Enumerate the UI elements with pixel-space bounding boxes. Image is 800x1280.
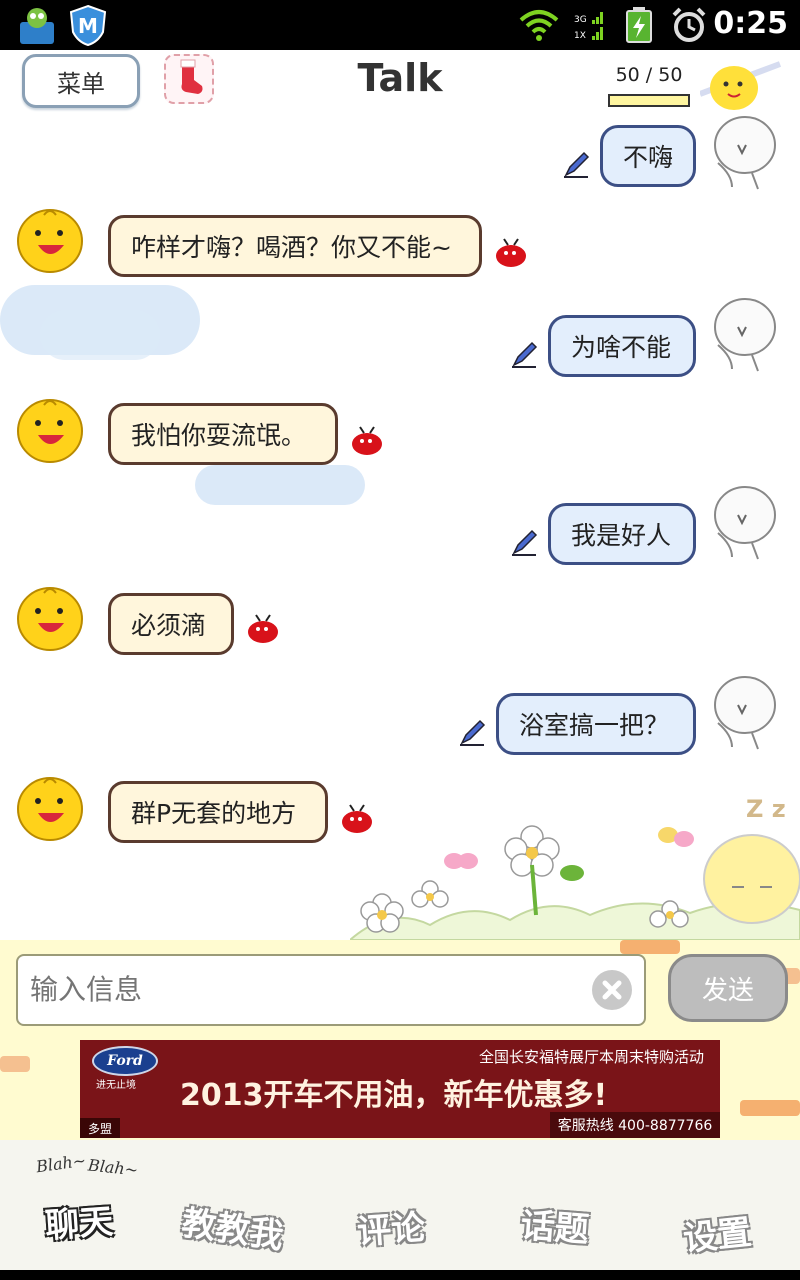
ghost-avatar-icon <box>712 675 778 753</box>
security-shield-icon: M <box>68 4 108 47</box>
chick-avatar-icon <box>16 773 86 843</box>
message-bubble-left: 咋样才嗨？喝酒？你又不能~ <box>108 215 482 277</box>
chat-area[interactable]: 不嗨 咋样才嗨？喝酒？你又不能~ 为啥不能 我怕你耍流氓。 我是好人 必须滴 浴… <box>0 115 800 940</box>
tab-teach-me[interactable]: 教教我 <box>175 1195 291 1259</box>
tab-settings[interactable]: 设置 <box>660 1202 775 1262</box>
message-bubble-right: 为啥不能 <box>548 315 696 377</box>
message-text: 我是好人 <box>571 521 672 550</box>
message-bubble-right: 我是好人 <box>548 503 696 565</box>
ghost-avatar-icon <box>712 485 778 563</box>
message-text: 群P无套的地方 <box>131 799 297 828</box>
blah-doodle: Blah~ <box>87 1155 139 1180</box>
red-bug-icon[interactable] <box>494 237 528 269</box>
battery-charging-icon <box>624 6 654 44</box>
chick-avatar-icon <box>16 583 86 653</box>
edit-pencil-icon[interactable] <box>510 529 538 557</box>
sleep-zz-text: Z z <box>746 795 786 823</box>
ad-banner[interactable]: Ford 进无止境 全国长安福特展厅本周末特购活动 2013开车不用油，新年优惠… <box>80 1040 720 1138</box>
energy-bar-fill <box>610 96 688 105</box>
blah-doodle: Blah~ <box>34 1150 88 1177</box>
send-button[interactable]: 发送 <box>668 954 788 1022</box>
chick-avatar-icon <box>16 395 86 465</box>
message-bubble-right: 不嗨 <box>600 125 696 187</box>
background-cloud <box>40 310 160 360</box>
app-header: 菜单 Talk 50 / 50 <box>0 50 800 115</box>
tab-chat[interactable]: 聊天 <box>22 1192 135 1249</box>
ad-top-line: 全国长安福特展厅本周末特购活动 <box>478 1048 704 1066</box>
message-bubble-left: 必须滴 <box>108 593 234 655</box>
chick-avatar-icon <box>16 205 86 275</box>
message-bubble-left: 群P无套的地方 <box>108 781 328 843</box>
message-text: 不嗨 <box>623 143 674 172</box>
network-type-1x: 1X <box>574 31 586 41</box>
ford-logo: Ford <box>92 1046 158 1076</box>
message-text: 我怕你耍流氓。 <box>131 421 307 450</box>
ad-headline: 2013开车不用油，新年优惠多! <box>180 1078 608 1113</box>
ghost-avatar-icon <box>712 115 778 193</box>
app-notification-icon <box>16 4 58 46</box>
flower-garden-decoration <box>348 815 800 940</box>
message-text: 咋样才嗨？喝酒？你又不能~ <box>131 233 452 262</box>
ghost-avatar-icon <box>712 297 778 375</box>
stocking-gift-icon[interactable] <box>164 54 214 104</box>
red-bug-icon[interactable] <box>350 425 384 457</box>
alarm-clock-icon <box>670 6 708 44</box>
brick-decoration <box>740 1100 800 1116</box>
bottom-nav: Blah~ Blah~ 聊天 教教我 评论 话题 设置 <box>0 1140 800 1270</box>
ad-slogan: 进无止境 <box>96 1080 136 1091</box>
brick-decoration <box>620 940 680 954</box>
message-input-bar: 发送 <box>0 940 800 1040</box>
edit-pencil-icon[interactable] <box>562 151 590 179</box>
page-title: Talk <box>357 56 443 100</box>
message-text: 必须滴 <box>131 611 207 640</box>
message-bubble-right: 浴室搞一把？ <box>496 693 696 755</box>
message-text: 浴室搞一把？ <box>519 711 670 740</box>
message-bubble-left: 我怕你耍流氓。 <box>108 403 338 465</box>
svg-text:M: M <box>78 14 98 38</box>
ad-source-label: 多盟 <box>80 1118 120 1138</box>
message-text: 为啥不能 <box>571 333 672 362</box>
system-nav-strip <box>0 1270 800 1280</box>
clear-input-icon[interactable] <box>592 970 632 1010</box>
message-input-field[interactable] <box>28 972 572 1007</box>
network-type-3g: 3G <box>574 15 587 25</box>
brick-decoration <box>0 1056 30 1072</box>
message-counter: 50 / 50 <box>615 64 683 86</box>
ad-hotline: 客服热线 400-8877766 <box>550 1112 720 1138</box>
tab-comments[interactable]: 评论 <box>334 1198 447 1255</box>
wifi-icon <box>518 8 560 42</box>
energy-bar <box>608 94 690 107</box>
edit-pencil-icon[interactable] <box>510 341 538 369</box>
signal-icon: 3G 1X <box>574 10 606 42</box>
red-bug-icon[interactable] <box>246 613 280 645</box>
tab-topics[interactable]: 话题 <box>498 1196 611 1253</box>
clock-time: 0:25 <box>713 6 788 41</box>
chick-mascot-icon <box>698 54 790 114</box>
status-bar: M 3G 1X 0:25 <box>0 0 800 50</box>
menu-button[interactable]: 菜单 <box>22 54 140 108</box>
edit-pencil-icon[interactable] <box>458 719 486 747</box>
background-cloud <box>195 465 365 505</box>
message-input[interactable] <box>16 954 646 1026</box>
